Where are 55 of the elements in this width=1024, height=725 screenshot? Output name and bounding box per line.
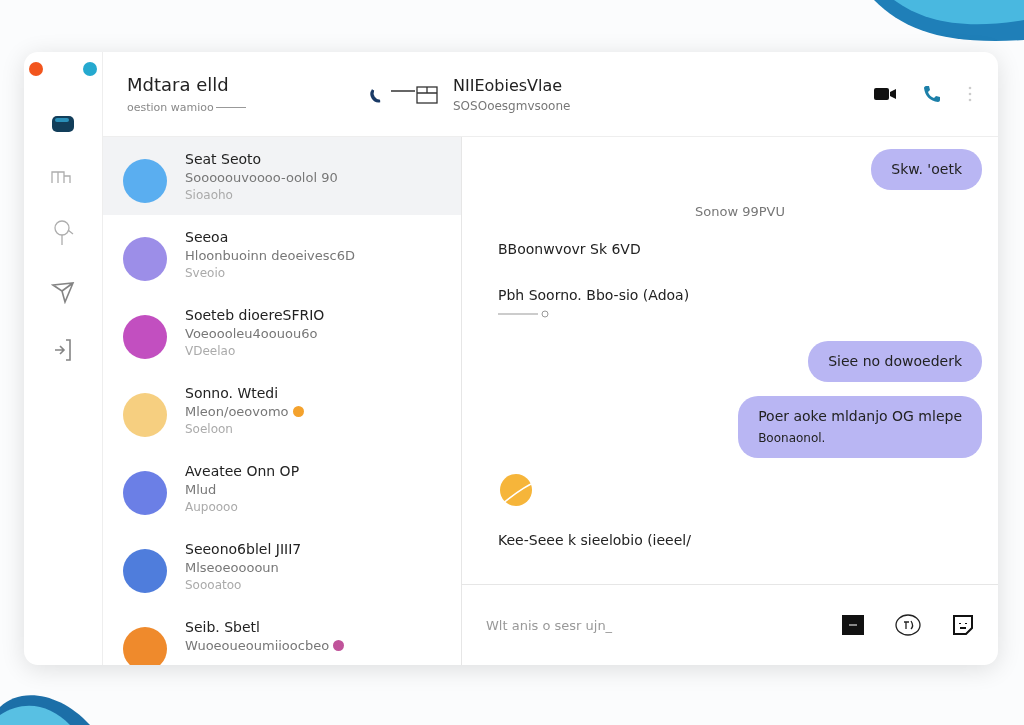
app-subtitle: oestion wamioo <box>127 101 214 114</box>
contact-name: Sonno. Wtedi <box>185 385 280 401</box>
contact-status: SOSOoesgmvsoone <box>453 98 571 113</box>
message-preview: Wuoeoueoumiioocbeo <box>185 638 330 653</box>
chat-bubble-icon[interactable] <box>51 114 75 134</box>
received-message: Kee-Seee k sieelobio (ieeel/ <box>498 532 691 548</box>
contact-name: Soeteb dioereSFRIO <box>185 307 325 323</box>
chat-list-item[interactable]: Sonno. Wtedi Mleon/oeovomo Soeloon <box>103 371 461 449</box>
app-title: Mdtara elld <box>127 74 230 95</box>
contact-name: Seeoa <box>185 229 230 245</box>
message-preview: Mlud <box>185 482 217 497</box>
chat-list-item[interactable]: Seib. Sbetl Wuoeoueoumiioocbeo <box>103 605 461 665</box>
sent-message-bubble: Skw. 'oetk <box>871 149 982 190</box>
received-message: BBoonwvovr Sk 6VD <box>498 241 641 257</box>
avatar-circle <box>123 627 167 665</box>
chat-list-item[interactable]: Soeteb dioereSFRIO Voeoooleu4oouou6o VDeelao <box>103 293 461 371</box>
message-preview: Voeoooleu4oouou6o <box>185 326 318 341</box>
avatar-circle <box>123 393 167 437</box>
contact-name: Seat Seoto <box>185 151 263 167</box>
message-input[interactable]: Wlt anis o sesr ujn_ <box>484 616 814 634</box>
sticker-button[interactable] <box>950 612 976 638</box>
message-time: Soooatoo <box>185 578 243 592</box>
window-control-dot[interactable] <box>29 62 43 76</box>
message-preview: Sooooouvoooo-oolol 90 <box>185 170 338 185</box>
window-icon[interactable] <box>391 83 439 105</box>
message-time: Aupoooo <box>185 500 239 514</box>
sent-message-bubble: Poer aoke mldanjo OG mlepe Boonaonol. <box>738 396 982 458</box>
chat-list-item[interactable]: Seat Seoto Sooooouvoooo-oolol 90 Sioaoho <box>103 137 461 215</box>
avatar-circle <box>123 159 167 203</box>
video-call-button[interactable] <box>872 85 898 103</box>
message-time: VDeelao <box>185 344 237 358</box>
avatar-circle <box>123 315 167 359</box>
avatar-circle <box>123 237 167 281</box>
exit-icon[interactable] <box>52 338 74 362</box>
sent-message-bubble: Siee no dowoederk <box>808 341 982 382</box>
contact-name: NIIEobiesVlae <box>453 75 564 95</box>
date-label: Sonow 99PVU <box>695 204 785 219</box>
contact-name: Seib. Sbetl <box>185 619 261 635</box>
message-time: Sioaoho <box>185 188 234 202</box>
chat-list-item[interactable]: Aveatee Onn OP Mlud Aupoooo <box>103 449 461 527</box>
avatar-circle <box>123 471 167 515</box>
chat-list-item[interactable]: Seeoa Hloonbuoinn deoeivesc6D Sveoio <box>103 215 461 293</box>
contact-name: Seeono6blel JIII7 <box>185 541 302 557</box>
stop-button[interactable] <box>840 613 866 637</box>
send-icon[interactable] <box>51 280 75 304</box>
message-preview: Mlseoeooooun <box>185 560 279 575</box>
window-control-dot[interactable] <box>83 62 97 76</box>
received-message: Pbh Soorno. Bbo-sio (Adoa) <box>498 287 690 303</box>
message-preview: Hloonbuoinn deoeivesc6D <box>185 248 355 263</box>
message-time: Sveoio <box>185 266 227 280</box>
chat-list-item[interactable]: Seeono6blel JIII7 Mlseoeooooun Soooatoo <box>103 527 461 605</box>
message-time: Soeloon <box>185 422 234 436</box>
contact-name: Aveatee Onn OP <box>185 463 300 479</box>
message-preview: Mleon/oeovomo <box>185 404 289 419</box>
avatar-circle <box>123 549 167 593</box>
